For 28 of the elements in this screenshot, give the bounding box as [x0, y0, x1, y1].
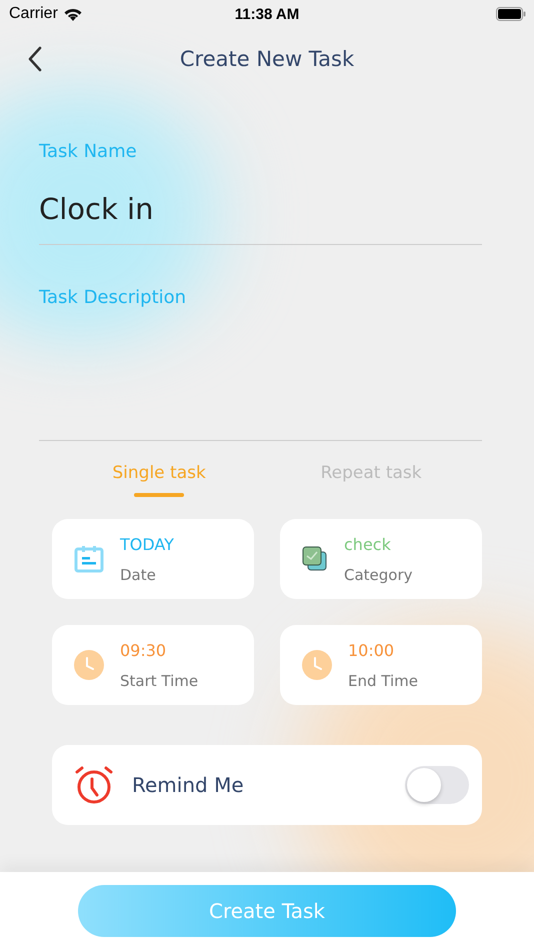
battery-icon: [496, 7, 526, 21]
option-card[interactable]: 10:00 End Time: [280, 625, 482, 705]
option-value: TODAY: [120, 534, 174, 554]
calendar-icon: [74, 545, 104, 573]
clock-time: 11:38 AM: [234, 6, 300, 22]
option-value: 09:30: [120, 640, 168, 660]
stacked-squares-icon: [302, 546, 328, 572]
option-card[interactable]: TODAY Date: [52, 519, 254, 599]
task-name-label: Task Name: [39, 141, 137, 162]
back-icon[interactable]: [28, 46, 42, 72]
wifi-icon: [62, 6, 83, 22]
option-value: 10:00: [348, 640, 396, 660]
option-label: Date: [120, 566, 157, 584]
clock-icon: [302, 650, 332, 680]
task-description-label: Task Description: [39, 287, 186, 308]
option-card[interactable]: 09:30 Start Time: [52, 625, 254, 705]
alarm-clock-icon: [74, 765, 114, 805]
clock-icon: [74, 650, 104, 680]
option-value: check: [344, 534, 392, 554]
task-name-field[interactable]: Clock in: [39, 162, 482, 245]
option-label: Start Time: [120, 672, 198, 690]
page-title: Create New Task: [180, 47, 354, 71]
carrier-label: Carrier: [9, 5, 58, 23]
option-label: Category: [344, 566, 413, 584]
option-label: End Time: [348, 672, 418, 690]
remind-label: Remind Me: [132, 773, 244, 797]
option-card[interactable]: check Category: [280, 519, 482, 599]
remind-toggle[interactable]: [405, 766, 469, 804]
